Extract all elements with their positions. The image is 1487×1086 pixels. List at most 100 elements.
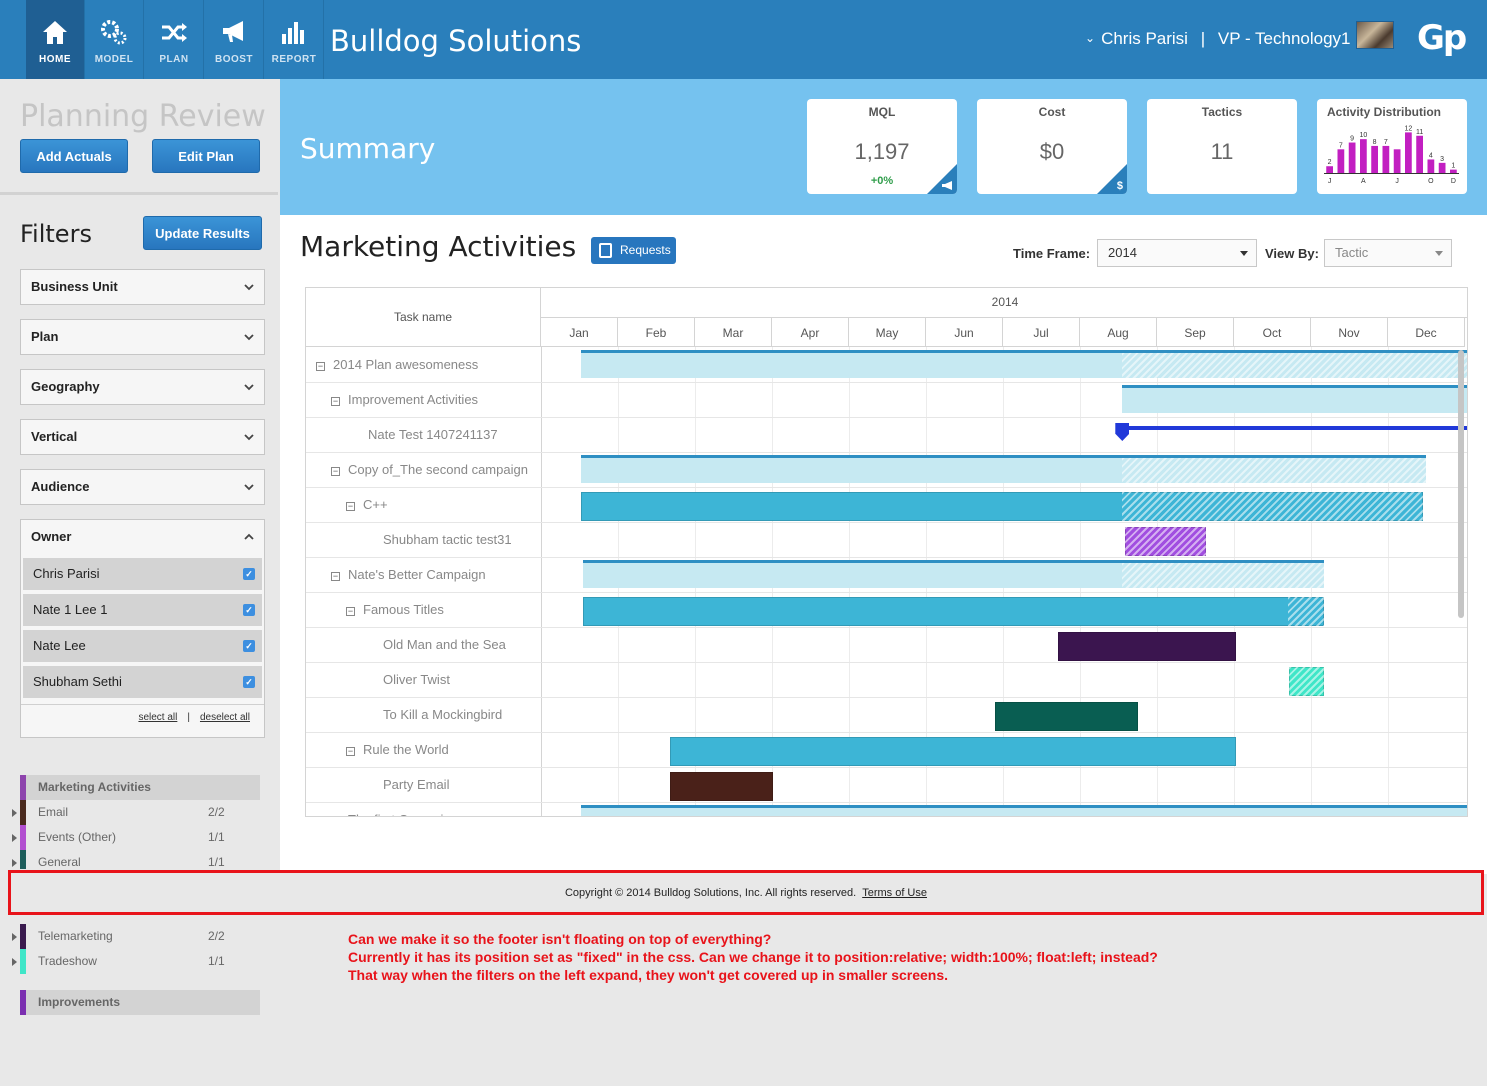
user-role: VP - Technology1 (1217, 29, 1351, 48)
filter-plan[interactable]: Plan (20, 319, 265, 355)
month-header: Nov (1311, 318, 1388, 347)
owner-option[interactable]: Nate Lee ✓ (23, 630, 262, 662)
requests-button[interactable]: Requests (591, 237, 676, 264)
nav-home-button[interactable]: HOME (26, 0, 85, 79)
collapse-toggle-icon[interactable]: − (331, 572, 340, 581)
gantt-task-row[interactable]: Party Email (383, 767, 541, 802)
collapse-toggle-icon[interactable]: − (331, 467, 340, 476)
owner-option[interactable]: Chris Parisi ✓ (23, 558, 262, 590)
owner-option[interactable]: Nate 1 Lee 1 ✓ (23, 594, 262, 626)
expand-triangle-icon[interactable] (12, 834, 17, 842)
legend-marketing-activities[interactable]: Marketing Activities (20, 775, 260, 800)
marketing-activities-title: Marketing Activities (300, 230, 577, 263)
gantt-task-row[interactable]: − C++ (346, 487, 541, 522)
user-menu[interactable]: ⌄ Chris Parisi | VP - Technology1 (1085, 29, 1351, 49)
legend-item-count: 2/2 (208, 805, 225, 819)
checkbox-checked-icon[interactable]: ✓ (243, 568, 255, 580)
expand-triangle-icon[interactable] (12, 809, 17, 817)
legend-item-count: 1/1 (208, 855, 225, 869)
chevron-down-icon: ⌄ (1085, 31, 1096, 45)
collapse-toggle-icon[interactable]: − (346, 747, 355, 756)
gantt-task-row[interactable]: − Improvement Activities (331, 382, 541, 417)
gantt-bar[interactable] (1122, 385, 1467, 413)
legend-improvements[interactable]: Improvements (20, 990, 260, 1015)
gantt-task-row[interactable]: Shubham tactic test31 (383, 522, 541, 557)
gantt-bar[interactable] (669, 772, 774, 801)
gantt-task-row[interactable]: − Rule the World (346, 732, 541, 767)
legend-color-bar (20, 850, 26, 869)
footer: Copyright © 2014 Bulldog Solutions, Inc.… (8, 870, 1484, 915)
nav-report-button[interactable]: REPORT (265, 0, 324, 79)
select-all-link[interactable]: select all (138, 712, 177, 723)
gantt-task-row[interactable]: −The first Campaign (331, 802, 541, 816)
viewby-select[interactable]: Tactic (1324, 239, 1452, 267)
gantt-bar[interactable] (995, 702, 1138, 731)
nav-model-button[interactable]: MODEL (85, 0, 144, 79)
collapse-toggle-icon[interactable]: − (331, 397, 340, 406)
expand-triangle-icon[interactable] (12, 859, 17, 867)
nav-plan-button[interactable]: PLAN (145, 0, 204, 79)
gantt-scrollbar[interactable] (1458, 350, 1464, 618)
filters-title: Filters (20, 220, 92, 248)
gantt-bar[interactable] (669, 737, 1237, 766)
timeframe-select[interactable]: 2014 (1097, 239, 1257, 267)
filter-audience[interactable]: Audience (20, 469, 265, 505)
month-header: Jan (541, 318, 618, 347)
terms-of-use-link[interactable]: Terms of Use (862, 887, 927, 899)
gantt-task-row[interactable]: − Nate's Better Campaign (331, 557, 541, 592)
filter-business-unit[interactable]: Business Unit (20, 269, 265, 305)
gantt-task-row[interactable]: To Kill a Mockingbird (383, 697, 541, 732)
cost-card[interactable]: Cost $0 $ (977, 99, 1127, 194)
legend-item[interactable]: Tradeshow 1/1 (12, 949, 260, 974)
tactics-card[interactable]: Tactics 11 (1147, 99, 1297, 194)
owner-filter-header[interactable]: Owner (21, 520, 264, 556)
update-results-button[interactable]: Update Results (143, 216, 262, 250)
gantt-task-row[interactable]: − Famous Titles (346, 592, 541, 627)
gantt-year-header: 2014 (541, 288, 1467, 318)
expand-triangle-icon[interactable] (12, 933, 17, 941)
task-name: The first Campaign (348, 812, 458, 816)
activity-distribution-card[interactable]: Activity Distribution 2 7 9 10 8 7 12 11 4 3 1 J A J O… (1317, 99, 1467, 194)
legend-item[interactable]: General 1/1 (12, 850, 260, 869)
gantt-task-row[interactable]: Oliver Twist (383, 662, 541, 697)
filter-label: Geography (31, 379, 100, 394)
mql-card[interactable]: MQL 1,197 +0% (807, 99, 957, 194)
annotation-note: Can we make it so the footer isn't float… (348, 930, 1158, 984)
legend-item[interactable]: Email 2/2 (12, 800, 260, 825)
filter-geography[interactable]: Geography (20, 369, 265, 405)
activity-bar (1348, 142, 1356, 173)
gears-icon (101, 20, 127, 45)
gantt-bar[interactable] (583, 597, 1325, 626)
add-actuals-button[interactable]: Add Actuals (20, 139, 128, 173)
gantt-bar-remaining (1122, 458, 1426, 483)
edit-plan-button[interactable]: Edit Plan (152, 139, 260, 173)
collapse-toggle-icon[interactable]: − (316, 362, 325, 371)
gantt-bar[interactable] (1058, 632, 1237, 661)
owner-option[interactable]: Shubham Sethi ✓ (23, 666, 262, 698)
activity-bar (1416, 135, 1423, 173)
task-name: 2014 Plan awesomeness (333, 357, 479, 372)
chevron-down-icon (244, 284, 254, 291)
gantt-task-row[interactable]: − Copy of_The second campaign (331, 452, 541, 487)
gantt-task-row[interactable]: −2014 Plan awesomeness (316, 347, 541, 382)
gantt-milestone-marker[interactable] (1115, 423, 1130, 441)
summary-title: Summary (300, 132, 436, 165)
legend-color-bar (20, 800, 26, 825)
checkbox-checked-icon[interactable]: ✓ (243, 604, 255, 616)
legend-item[interactable]: Telemarketing 2/2 (12, 924, 260, 949)
nav-plan-label: PLAN (159, 54, 189, 65)
checkbox-checked-icon[interactable]: ✓ (243, 640, 255, 652)
avatar[interactable] (1356, 21, 1394, 49)
gantt-task-row[interactable]: Old Man and the Sea (383, 627, 541, 662)
legend-item[interactable]: Events (Other) 1/1 (12, 825, 260, 850)
checkbox-checked-icon[interactable]: ✓ (243, 676, 255, 688)
filter-vertical[interactable]: Vertical (20, 419, 265, 455)
collapse-toggle-icon[interactable]: − (346, 607, 355, 616)
collapse-toggle-icon[interactable]: − (346, 502, 355, 511)
nav-boost-button[interactable]: BOOST (205, 0, 264, 79)
deselect-all-link[interactable]: deselect all (200, 712, 250, 723)
expand-triangle-icon[interactable] (12, 958, 17, 966)
gantt-task-row[interactable]: Nate Test 1407241137 (368, 417, 541, 452)
gantt-milestone-line[interactable] (1122, 426, 1467, 430)
copyright-text: Copyright © 2014 Bulldog Solutions, Inc.… (564, 887, 857, 899)
